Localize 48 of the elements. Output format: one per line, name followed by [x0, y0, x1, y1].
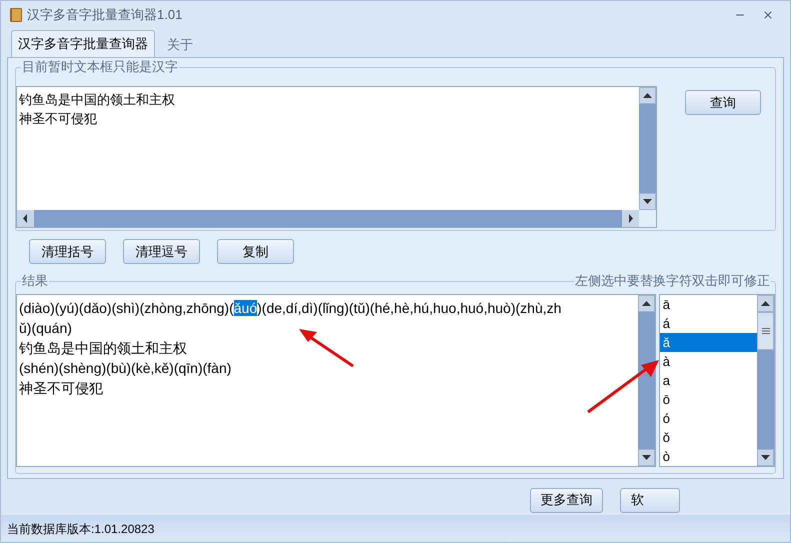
list-item[interactable]: á: [660, 314, 757, 334]
tab[interactable]: 汉字多音字批量查询器: [11, 30, 155, 57]
result-text-line: ǔ)(quán): [19, 319, 73, 338]
action-button[interactable]: 复制: [217, 239, 294, 264]
action-button[interactable]: 查询: [685, 90, 761, 115]
action-button[interactable]: 软: [620, 488, 680, 512]
result-text-area[interactable]: (diào)(yú)(dǎo)(shì)(zhòng,zhōng)(ǎuó)(de,dí,dì)(lǐng)(tǔ)(hé,hè,hú,huo,huó,huò)(zhù,zh ǔ)(quán) 钓鱼岛是中国的领土和主权 (shén)(shèng)(bù)(kè,kě)(qīn)(fàn) 神圣不可侵犯: [16, 294, 656, 468]
list-item[interactable]: à: [660, 352, 757, 372]
list-item[interactable]: ó: [660, 409, 757, 428]
list-item[interactable]: ǒ: [660, 428, 757, 448]
scroll-up-button[interactable]: [757, 295, 774, 312]
list-item[interactable]: ò: [660, 447, 757, 466]
right-arrow-icon[interactable]: [622, 210, 656, 228]
list-item[interactable]: ā: [660, 295, 757, 314]
input-text-line: 神圣不可侵犯: [19, 110, 98, 128]
close-icon[interactable]: [762, 9, 774, 21]
scroll-down-button[interactable]: [638, 449, 655, 466]
action-button[interactable]: 清理逗号: [123, 239, 200, 264]
down-arrow-icon: [642, 455, 651, 460]
book-icon: [9, 7, 23, 23]
scroll-up-button[interactable]: [638, 295, 655, 312]
up-arrow-icon: [761, 301, 770, 306]
up-arrow-icon: [642, 301, 651, 306]
down-arrow-icon: [761, 455, 770, 460]
pointer-arrow: [297, 327, 357, 369]
action-button[interactable]: 更多查询: [530, 488, 603, 512]
down-arrow-icon: [643, 199, 652, 204]
result-text-line: (shén)(shèng)(bù)(kè,kě)(qīn)(fàn): [19, 359, 232, 378]
group-legend: 目前暂时文本框只能是汉字: [21, 58, 179, 76]
scroll-down-button[interactable]: [757, 449, 774, 466]
status-text: 当前数据库版本:1.01.20823: [7, 520, 154, 538]
input-text-line: 钓鱼岛是中国的领土和主权: [19, 91, 176, 109]
tab[interactable]: 关于: [155, 33, 205, 57]
list-item[interactable]: ō: [660, 390, 757, 410]
list-item[interactable]: ǎ: [660, 333, 757, 352]
window-title: 汉字多音字批量查询器1.01: [27, 6, 182, 24]
up-arrow-icon: [643, 93, 652, 98]
scroll-up-button[interactable]: [639, 87, 656, 104]
grip-icon: [762, 328, 770, 334]
scroll-thumb[interactable]: [757, 312, 774, 350]
character-list[interactable]: ā á ǎ à a ō ó ǒ ò: [658, 294, 775, 468]
result-text-line: 神圣不可侵犯: [19, 379, 104, 398]
result-text-line: 钓鱼岛是中国的领土和主权: [19, 339, 188, 358]
input-text-area[interactable]: 钓鱼岛是中国的领土和主权 神圣不可侵犯: [16, 86, 657, 228]
list-item[interactable]: a: [660, 371, 757, 390]
result-text-line: (diào)(yú)(dǎo)(shì)(zhòng,zhōng)(ǎuó)(de,dí,dì)(lǐng)(tǔ)(hé,hè,hú,huo,huó,huò)(zhù,zh: [19, 299, 562, 318]
scroll-down-button[interactable]: [639, 193, 656, 210]
action-button[interactable]: 清理括号: [29, 239, 106, 264]
